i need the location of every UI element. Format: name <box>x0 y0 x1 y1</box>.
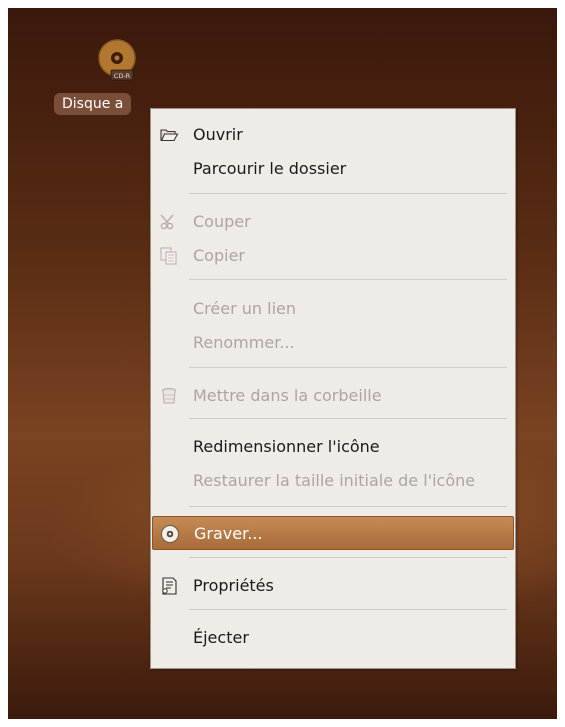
menu-item-label: Éjecter <box>193 628 249 647</box>
disc-burn-icon <box>160 524 180 544</box>
menu-item-label: Couper <box>193 212 251 231</box>
menu-item-label: Restaurer la taille initiale de l'icône <box>193 471 476 490</box>
menu-item-move-to-trash[interactable]: Mettre dans la corbeille <box>151 378 515 412</box>
menu-separator <box>189 418 507 419</box>
menu-item-resize-icon[interactable]: Redimensionner l'icône <box>151 429 515 463</box>
menu-item-label: Créer un lien <box>193 299 296 318</box>
menu-item-cut[interactable]: Couper <box>151 204 515 238</box>
menu-item-restore-icon-size[interactable]: Restaurer la taille initiale de l'icône <box>151 463 515 497</box>
disc-badge: CD-R <box>114 72 131 80</box>
menu-item-label: Graver... <box>194 524 263 543</box>
menu-item-label: Mettre dans la corbeille <box>193 386 382 405</box>
menu-item-label: Redimensionner l'icône <box>193 437 380 456</box>
menu-item-burn[interactable]: Graver... <box>152 516 514 550</box>
menu-item-open[interactable]: Ouvrir <box>151 117 515 151</box>
menu-item-rename[interactable]: Renommer... <box>151 325 515 359</box>
menu-item-label: Propriétés <box>193 576 274 595</box>
scissors-icon <box>159 212 179 232</box>
copy-icon <box>159 246 179 266</box>
menu-item-browse-folder[interactable]: Parcourir le dossier <box>151 151 515 185</box>
desktop: CD-R Disque a Ouvrir Parcourir le dossie… <box>8 8 557 719</box>
disc-label[interactable]: Disque a <box>54 93 132 115</box>
menu-separator <box>189 557 507 558</box>
menu-item-properties[interactable]: Propriétés <box>151 568 515 602</box>
trash-icon <box>159 386 179 406</box>
menu-separator <box>189 367 507 368</box>
menu-item-create-link[interactable]: Créer un lien <box>151 291 515 325</box>
menu-separator <box>189 193 507 194</box>
menu-separator <box>189 506 507 507</box>
menu-item-label: Copier <box>193 246 245 265</box>
folder-open-icon <box>159 125 179 145</box>
menu-item-label: Ouvrir <box>193 125 243 144</box>
menu-item-label: Parcourir le dossier <box>193 159 347 178</box>
menu-separator <box>189 609 507 610</box>
menu-item-label: Renommer... <box>193 333 295 352</box>
menu-separator <box>189 279 507 280</box>
cd-r-disc-icon[interactable]: CD-R <box>92 36 142 86</box>
menu-item-eject[interactable]: Éjecter <box>151 620 515 654</box>
properties-icon <box>159 576 179 596</box>
menu-item-copy[interactable]: Copier <box>151 238 515 272</box>
context-menu: Ouvrir Parcourir le dossier Couper Copie… <box>150 108 516 669</box>
